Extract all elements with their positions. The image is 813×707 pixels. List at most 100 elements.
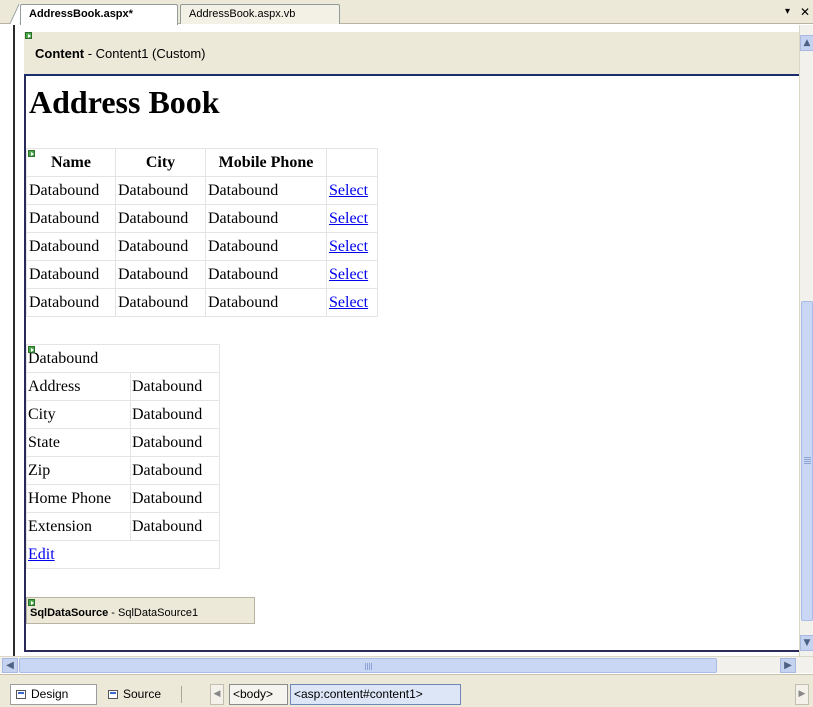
design-view-icon — [16, 690, 26, 699]
grip-line — [371, 663, 372, 670]
details-field-label: Extension — [26, 512, 131, 541]
details-field-value: Databound — [130, 372, 220, 401]
details-header-label: Databound — [28, 349, 99, 367]
detailsview[interactable]: Databound Address Databound City Databou… — [26, 344, 220, 569]
design-view-button[interactable]: Design — [10, 684, 97, 705]
table-row: Databound Databound Databound Select — [26, 232, 378, 261]
details-field-label: Home Phone — [26, 484, 131, 513]
grid-cell: Databound — [205, 288, 327, 317]
scroll-left-icon[interactable]: ◀ — [2, 658, 18, 673]
grip-line — [369, 663, 370, 670]
details-header: Databound — [26, 344, 220, 373]
tab-addressbook-aspx-vb[interactable]: AddressBook.aspx.vb — [180, 4, 340, 24]
grid-cell: Databound — [26, 204, 116, 233]
grid-header-label: Name — [51, 153, 91, 171]
details-field-value: Databound — [130, 456, 220, 485]
grid-cell: Databound — [205, 176, 327, 205]
source-view-button[interactable]: Source — [102, 684, 174, 705]
source-view-label: Source — [123, 687, 162, 701]
grip-line — [804, 461, 811, 462]
grid-header-mobile-phone: Mobile Phone — [205, 148, 327, 177]
details-row: City Databound — [26, 400, 220, 429]
breadcrumb-scroll-left-icon[interactable]: ◀ — [210, 684, 224, 705]
grid-cell: Databound — [26, 288, 116, 317]
page-title: Address Book — [29, 84, 220, 120]
grid-header-row: Name City Mobile Phone — [26, 148, 378, 177]
gridview[interactable]: Name City Mobile Phone Databound Databou… — [26, 148, 378, 317]
grid-cell: Databound — [115, 288, 206, 317]
details-field-label: Zip — [26, 456, 131, 485]
breadcrumb-body[interactable]: <body> — [229, 684, 288, 705]
table-row: Databound Databound Databound Select — [26, 204, 378, 233]
grid-cell: Databound — [205, 204, 327, 233]
grid-cell: Databound — [26, 260, 116, 289]
vertical-scrollbar[interactable]: ▲ ▼ — [799, 25, 813, 656]
breadcrumb-content[interactable]: <asp:content#content1> — [290, 684, 461, 705]
grip-line — [804, 457, 811, 458]
grip-line — [365, 663, 366, 670]
details-field-value: Databound — [130, 484, 220, 513]
details-row: Home Phone Databound — [26, 484, 220, 513]
grid-cell: Databound — [115, 204, 206, 233]
table-row: Databound Databound Databound Select — [26, 260, 378, 289]
scroll-up-icon[interactable]: ▲ — [800, 35, 813, 51]
document-tab-strip: AddressBook.aspx* AddressBook.aspx.vb ▾ … — [0, 0, 813, 25]
grip-line — [367, 663, 368, 670]
grip-line — [804, 459, 811, 460]
grid-cell: Databound — [205, 232, 327, 261]
separator — [181, 686, 182, 703]
scroll-right-icon[interactable]: ▶ — [780, 658, 796, 673]
vertical-scroll-thumb[interactable] — [801, 301, 813, 621]
grid-cell: Databound — [115, 260, 206, 289]
sqldatasource-label: SqlDataSource - SqlDataSource1 — [30, 607, 198, 619]
sqldatasource-id: - SqlDataSource1 — [108, 607, 199, 619]
smart-tag-glyph-icon[interactable] — [28, 150, 35, 157]
sqldatasource-control[interactable]: SqlDataSource - SqlDataSource1 — [26, 597, 255, 624]
horizontal-scrollbar[interactable]: ◀ ▶ — [0, 656, 813, 673]
grip-line — [804, 463, 811, 464]
source-view-icon — [108, 690, 118, 699]
details-field-value: Databound — [130, 428, 220, 457]
edit-link[interactable]: Edit — [26, 540, 220, 569]
table-row: Databound Databound Databound Select — [26, 176, 378, 205]
content-control-id: - Content1 (Custom) — [84, 46, 206, 61]
select-link[interactable]: Select — [326, 260, 378, 289]
tab-list-dropdown-icon[interactable]: ▾ — [785, 4, 790, 20]
editor-left-border — [13, 25, 15, 656]
grid-cell: Databound — [115, 232, 206, 261]
grid-cell: Databound — [205, 260, 327, 289]
details-field-label: State — [26, 428, 131, 457]
table-row: Databound Databound Databound Select — [26, 288, 378, 317]
select-link[interactable]: Select — [326, 204, 378, 233]
details-row: Zip Databound — [26, 456, 220, 485]
select-link[interactable]: Select — [326, 176, 378, 205]
smart-tag-glyph-icon[interactable] — [28, 346, 35, 353]
details-field-label: Address — [26, 372, 131, 401]
content-control-label: Content - Content1 (Custom) — [35, 46, 205, 61]
close-icon[interactable]: ✕ — [800, 4, 810, 20]
content-control-name: Content — [35, 46, 85, 61]
details-command-row: Edit — [26, 540, 220, 569]
grid-header-empty — [326, 148, 378, 177]
select-link[interactable]: Select — [326, 232, 378, 261]
view-bar: Design Source ◀ <body> <asp:content#cont… — [0, 674, 813, 707]
details-row: State Databound — [26, 428, 220, 457]
grid-cell: Databound — [26, 176, 116, 205]
select-link[interactable]: Select — [326, 288, 378, 317]
details-field-label: City — [26, 400, 131, 429]
grid-cell: Databound — [115, 176, 206, 205]
breadcrumb-scroll-right-icon[interactable]: ▶ — [795, 684, 809, 705]
smart-tag-glyph-icon[interactable] — [28, 599, 35, 606]
sqldatasource-type: SqlDataSource — [30, 607, 109, 619]
details-field-value: Databound — [130, 512, 220, 541]
grid-cell: Databound — [26, 232, 116, 261]
details-row: Address Databound — [26, 372, 220, 401]
content-control-header[interactable]: Content - Content1 (Custom) — [24, 32, 799, 76]
smart-tag-glyph-icon[interactable] — [25, 32, 32, 39]
scroll-down-icon[interactable]: ▼ — [800, 635, 813, 651]
tab-addressbook-aspx[interactable]: AddressBook.aspx* — [20, 4, 178, 25]
details-row: Extension Databound — [26, 512, 220, 541]
details-header-row: Databound — [26, 344, 220, 373]
horizontal-scroll-thumb[interactable] — [19, 658, 717, 673]
design-view-label: Design — [31, 687, 69, 701]
